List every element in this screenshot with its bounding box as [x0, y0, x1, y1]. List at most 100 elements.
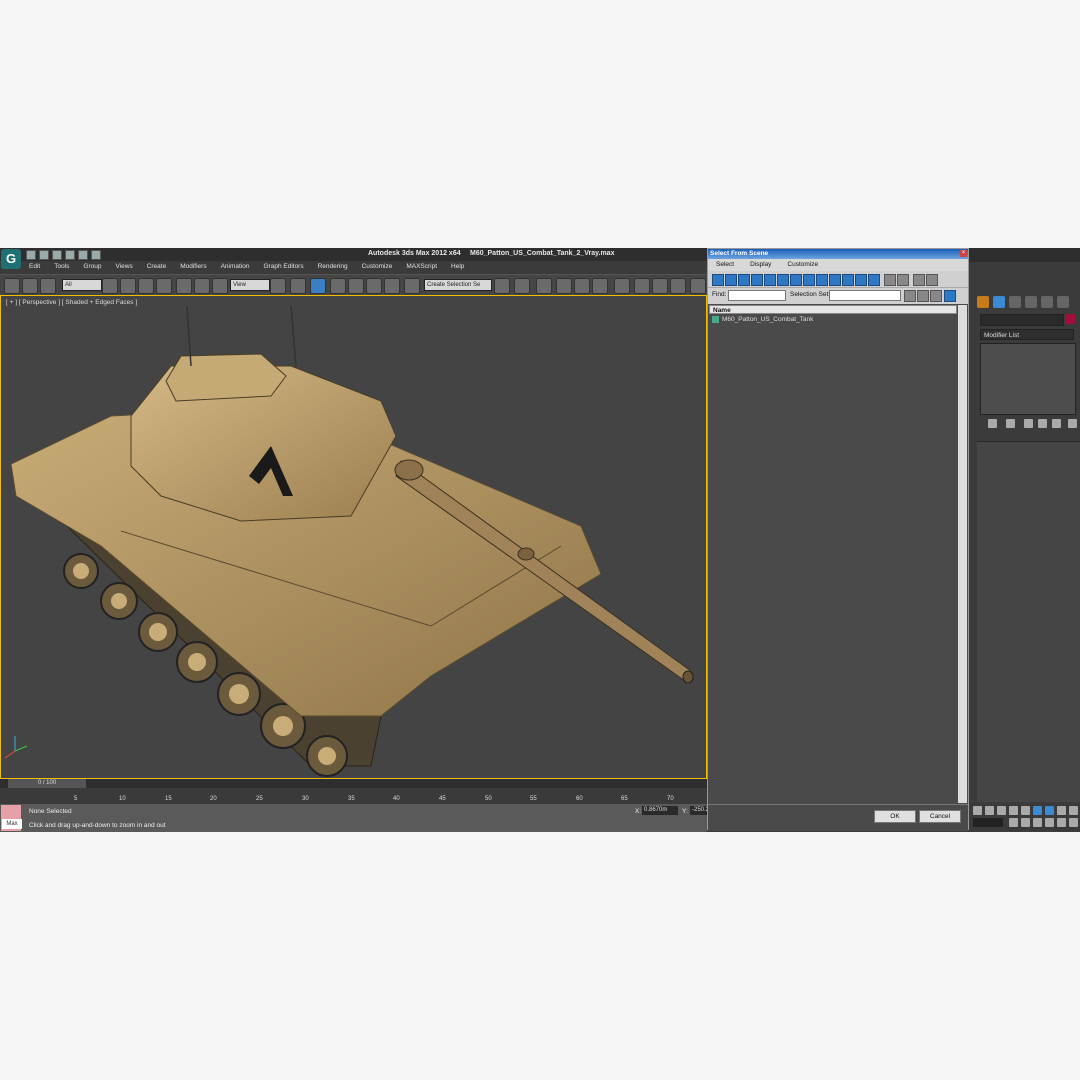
zoom-extents-all-icon[interactable] — [1069, 806, 1078, 815]
display-xrefs-icon[interactable] — [803, 274, 815, 286]
dialog-menu-display[interactable]: Display — [742, 259, 779, 271]
display-lights-icon[interactable] — [738, 274, 750, 286]
key-mode-icon[interactable] — [1009, 818, 1018, 827]
project-folder-icon[interactable] — [91, 250, 101, 260]
select-manipulate-icon[interactable] — [290, 278, 306, 294]
hierarchy-tab-icon[interactable] — [1009, 296, 1021, 308]
render-iterative-icon[interactable] — [690, 278, 706, 294]
keyboard-shortcut-override-icon[interactable] — [310, 278, 326, 294]
display-groups-icon[interactable] — [790, 274, 802, 286]
display-frozen-icon[interactable] — [842, 274, 854, 286]
display-shapes-icon[interactable] — [725, 274, 737, 286]
edit-named-selection-icon[interactable] — [404, 278, 420, 294]
orbit-icon[interactable] — [1057, 818, 1066, 827]
utilities-tab-icon[interactable] — [1057, 296, 1069, 308]
unlink-icon[interactable] — [22, 278, 38, 294]
stack-options-icon[interactable] — [1068, 419, 1077, 428]
graphite-tools-icon[interactable] — [556, 278, 572, 294]
display-none-icon[interactable] — [884, 274, 896, 286]
pin-stack-icon[interactable] — [988, 419, 997, 428]
spinner-snap-icon[interactable] — [384, 278, 400, 294]
redo-icon[interactable] — [78, 250, 88, 260]
menu-graph-editors[interactable]: Graph Editors — [257, 262, 311, 273]
zoom-all-icon[interactable] — [1045, 806, 1054, 815]
object-color-swatch[interactable] — [1065, 314, 1075, 324]
select-none-icon[interactable] — [917, 290, 929, 302]
dialog-menu-customize[interactable]: Customize — [779, 259, 826, 271]
menu-modifiers[interactable]: Modifiers — [173, 262, 213, 273]
pan-view-icon[interactable] — [1045, 818, 1054, 827]
menu-maxscript[interactable]: MAXScript — [399, 262, 444, 273]
scale-icon[interactable] — [212, 278, 228, 294]
display-geometry-icon[interactable] — [712, 274, 724, 286]
play-icon[interactable] — [997, 806, 1006, 815]
app-logo-icon[interactable]: G — [1, 249, 21, 269]
remove-modifier-icon[interactable] — [1038, 419, 1047, 428]
pivot-center-icon[interactable] — [270, 278, 286, 294]
maximize-viewport-icon[interactable] — [1069, 818, 1078, 827]
select-by-name-icon[interactable] — [120, 278, 136, 294]
menu-views[interactable]: Views — [108, 262, 139, 273]
render-setup-icon[interactable] — [634, 278, 650, 294]
select-invert-icon[interactable] — [930, 290, 942, 302]
menu-help[interactable]: Help — [444, 262, 471, 273]
track-bar[interactable]: 5 10 15 20 25 30 35 40 45 50 55 60 65 70 — [0, 788, 707, 804]
menu-group[interactable]: Group — [76, 262, 108, 273]
show-end-result-icon[interactable] — [1006, 419, 1015, 428]
save-file-icon[interactable] — [52, 250, 62, 260]
time-slider-thumb[interactable]: 0 / 100 — [8, 779, 86, 788]
filter-icon[interactable] — [913, 274, 925, 286]
modifier-stack[interactable] — [980, 343, 1076, 415]
object-name-field[interactable] — [980, 314, 1064, 326]
rotate-icon[interactable] — [194, 278, 210, 294]
new-file-icon[interactable] — [26, 250, 36, 260]
perspective-viewport[interactable]: [ + ] [ Perspective ] [ Shaded + Edged F… — [0, 295, 707, 779]
modify-tab-icon[interactable] — [993, 296, 1005, 308]
bind-space-warp-icon[interactable] — [40, 278, 56, 294]
menu-create[interactable]: Create — [140, 262, 174, 273]
go-to-start-icon[interactable] — [973, 806, 982, 815]
find-input[interactable] — [728, 290, 786, 301]
selection-filter-dropdown[interactable]: All — [62, 279, 102, 291]
named-selection-dropdown[interactable]: Create Selection Se — [424, 279, 492, 291]
display-helpers-icon[interactable] — [764, 274, 776, 286]
mirror-icon[interactable] — [494, 278, 510, 294]
rectangular-region-icon[interactable] — [138, 278, 154, 294]
close-icon[interactable]: × — [960, 250, 967, 257]
zoom-extents-icon[interactable] — [1057, 806, 1066, 815]
percent-snap-icon[interactable] — [366, 278, 382, 294]
window-crossing-icon[interactable] — [156, 278, 172, 294]
open-file-icon[interactable] — [39, 250, 49, 260]
next-frame-icon[interactable] — [1009, 806, 1018, 815]
move-icon[interactable] — [176, 278, 192, 294]
menu-rendering[interactable]: Rendering — [311, 262, 355, 273]
make-unique-icon[interactable] — [1024, 419, 1033, 428]
cancel-button[interactable]: Cancel — [919, 810, 961, 823]
select-object-icon[interactable] — [102, 278, 118, 294]
dialog-menu-select[interactable]: Select — [708, 259, 742, 271]
display-cameras-icon[interactable] — [751, 274, 763, 286]
list-item[interactable]: M60_Patton_US_Combat_Tank — [722, 316, 813, 323]
menu-animation[interactable]: Animation — [214, 262, 257, 273]
angle-snap-icon[interactable] — [348, 278, 364, 294]
select-all-icon[interactable] — [904, 290, 916, 302]
menu-customize[interactable]: Customize — [355, 262, 400, 273]
ok-button[interactable]: OK — [874, 810, 916, 823]
zoom-icon[interactable] — [1033, 806, 1042, 815]
modifier-list-dropdown[interactable]: Modifier List — [980, 329, 1074, 340]
link-icon[interactable] — [4, 278, 20, 294]
display-bones-icon[interactable] — [816, 274, 828, 286]
rendered-frame-window-icon[interactable] — [652, 278, 668, 294]
go-to-end-icon[interactable] — [1021, 806, 1030, 815]
x-coordinate-field[interactable]: 0.8670m — [642, 806, 678, 815]
display-invert-icon[interactable] — [897, 274, 909, 286]
current-frame-field[interactable] — [973, 818, 1003, 827]
display-tab-icon[interactable] — [1041, 296, 1053, 308]
field-of-view-icon[interactable] — [1033, 818, 1042, 827]
previous-frame-icon[interactable] — [985, 806, 994, 815]
snaps-toggle-icon[interactable] — [330, 278, 346, 294]
undo-icon[interactable] — [65, 250, 75, 260]
time-slider[interactable]: 0 / 100 — [0, 779, 707, 788]
selection-set-dropdown[interactable] — [829, 290, 901, 301]
menu-edit[interactable]: Edit — [22, 262, 47, 273]
